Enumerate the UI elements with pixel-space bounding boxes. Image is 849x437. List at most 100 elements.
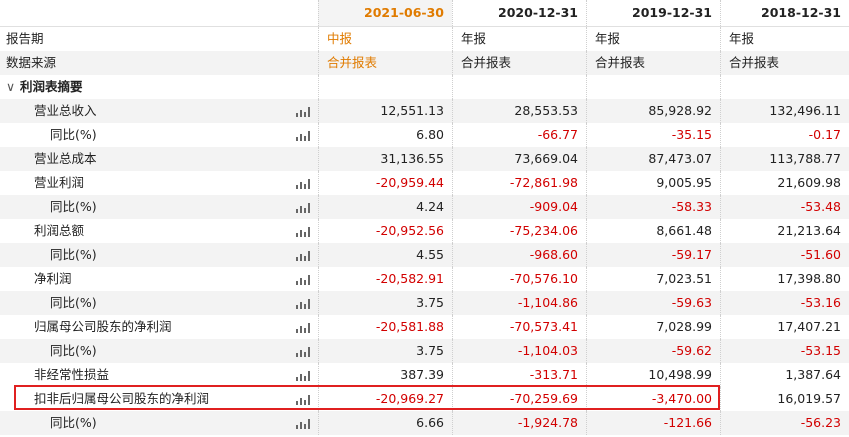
- value-cell: -1,924.78: [452, 411, 586, 435]
- value-cell: 73,669.04: [452, 147, 586, 171]
- value-cell: -59.62: [586, 339, 720, 363]
- value-cell: 3.75: [318, 291, 452, 315]
- table-row: 同比(%) 6.80 -66.77 -35.15 -0.17: [0, 123, 849, 147]
- table-row: 同比(%) 3.75 -1,104.03 -59.62 -53.15: [0, 339, 849, 363]
- table-row: 报告期 中报 年报 年报 年报: [0, 27, 849, 51]
- bar-chart-icon[interactable]: [296, 106, 310, 117]
- value-cell: 387.39: [318, 363, 452, 387]
- value-cell: -59.63: [586, 291, 720, 315]
- table-row: 利润总额 -20,952.56 -75,234.06 8,661.48 21,2…: [0, 219, 849, 243]
- value-cell: -58.33: [586, 195, 720, 219]
- chevron-down-icon[interactable]: ∨: [6, 75, 18, 99]
- value-cell: -20,582.91: [318, 267, 452, 291]
- bar-chart-icon[interactable]: [296, 418, 310, 429]
- value-cell: 17,398.80: [720, 267, 849, 291]
- bar-chart-icon[interactable]: [296, 370, 310, 381]
- value-cell: 6.66: [318, 411, 452, 435]
- bar-chart-icon[interactable]: [296, 346, 310, 357]
- bar-chart-icon[interactable]: [296, 178, 310, 189]
- bar-chart-icon[interactable]: [296, 250, 310, 261]
- empty-cell: [720, 75, 849, 99]
- report-period-cell: 中报: [318, 27, 452, 51]
- header-row: 2021-06-30 2020-12-31 2019-12-31 2018-12…: [0, 0, 849, 27]
- table-row: 营业利润 -20,959.44 -72,861.98 9,005.95 21,6…: [0, 171, 849, 195]
- value-cell: -20,959.44: [318, 171, 452, 195]
- empty-cell: [452, 75, 586, 99]
- value-cell: -20,952.56: [318, 219, 452, 243]
- data-source-cell: 合并报表: [586, 51, 720, 75]
- table-row: 营业总成本 31,136.55 73,669.04 87,473.07 113,…: [0, 147, 849, 171]
- header-label-cell: [0, 0, 318, 26]
- table-row: 同比(%) 3.75 -1,104.86 -59.63 -53.16: [0, 291, 849, 315]
- table-row: 同比(%) 4.55 -968.60 -59.17 -51.60: [0, 243, 849, 267]
- bar-chart-icon[interactable]: [296, 202, 310, 213]
- value-cell: -72,861.98: [452, 171, 586, 195]
- section-title[interactable]: ∨ 利润表摘要: [0, 75, 318, 99]
- value-cell: -313.71: [452, 363, 586, 387]
- value-cell: 113,788.77: [720, 147, 849, 171]
- row-label: 净利润: [34, 271, 72, 286]
- value-cell: 12,551.13: [318, 99, 452, 123]
- value-cell: 10,498.99: [586, 363, 720, 387]
- value-cell: 6.80: [318, 123, 452, 147]
- income-statement-table: 2021-06-30 2020-12-31 2019-12-31 2018-12…: [0, 0, 849, 435]
- bar-chart-icon[interactable]: [296, 322, 310, 333]
- row-label: 同比(%): [50, 415, 97, 430]
- row-label: 同比(%): [50, 343, 97, 358]
- value-cell: -59.17: [586, 243, 720, 267]
- table-row: 非经常性损益 387.39 -313.71 10,498.99 1,387.64: [0, 363, 849, 387]
- data-source-cell: 合并报表: [452, 51, 586, 75]
- report-period-cell: 年报: [452, 27, 586, 51]
- column-header-2018-12-31[interactable]: 2018-12-31: [720, 0, 849, 26]
- value-cell: 3.75: [318, 339, 452, 363]
- row-label: 非经常性损益: [34, 367, 110, 382]
- report-period-cell: 年报: [586, 27, 720, 51]
- row-label: 数据来源: [6, 55, 57, 70]
- table-row: 净利润 -20,582.91 -70,576.10 7,023.51 17,39…: [0, 267, 849, 291]
- value-cell: -968.60: [452, 243, 586, 267]
- value-cell: -53.48: [720, 195, 849, 219]
- table-row: 归属母公司股东的净利润 -20,581.88 -70,573.41 7,028.…: [0, 315, 849, 339]
- value-cell: 85,928.92: [586, 99, 720, 123]
- value-cell: -20,969.27: [318, 387, 452, 411]
- empty-cell: [318, 75, 452, 99]
- value-cell: -121.66: [586, 411, 720, 435]
- bar-chart-icon[interactable]: [296, 226, 310, 237]
- row-label: 报告期: [6, 31, 44, 46]
- value-cell: 21,609.98: [720, 171, 849, 195]
- value-cell: 28,553.53: [452, 99, 586, 123]
- value-cell: -75,234.06: [452, 219, 586, 243]
- value-cell: 7,028.99: [586, 315, 720, 339]
- value-cell: -3,470.00: [586, 387, 720, 411]
- row-label: 营业总收入: [34, 103, 97, 118]
- column-header-2020-12-31[interactable]: 2020-12-31: [452, 0, 586, 26]
- value-cell: 1,387.64: [720, 363, 849, 387]
- section-header-row[interactable]: ∨ 利润表摘要: [0, 75, 849, 99]
- column-header-2021-06-30[interactable]: 2021-06-30: [318, 0, 452, 26]
- value-cell: 87,473.07: [586, 147, 720, 171]
- value-cell: 8,661.48: [586, 219, 720, 243]
- bar-chart-icon[interactable]: [296, 394, 310, 405]
- bar-chart-icon[interactable]: [296, 274, 310, 285]
- row-label: 扣非后归属母公司股东的净利润: [34, 391, 210, 406]
- value-cell: 21,213.64: [720, 219, 849, 243]
- value-cell: -0.17: [720, 123, 849, 147]
- value-cell: 4.24: [318, 195, 452, 219]
- table-row: 同比(%) 4.24 -909.04 -58.33 -53.48: [0, 195, 849, 219]
- value-cell: -70,573.41: [452, 315, 586, 339]
- bar-chart-icon[interactable]: [296, 130, 310, 141]
- row-label: 同比(%): [50, 247, 97, 262]
- value-cell: 17,407.21: [720, 315, 849, 339]
- value-cell: -1,104.86: [452, 291, 586, 315]
- value-cell: -35.15: [586, 123, 720, 147]
- value-cell: -56.23: [720, 411, 849, 435]
- section-title-label: 利润表摘要: [20, 79, 83, 94]
- bar-chart-icon[interactable]: [296, 298, 310, 309]
- data-source-cell: 合并报表: [720, 51, 849, 75]
- value-cell: -53.16: [720, 291, 849, 315]
- row-label: 营业总成本: [34, 151, 97, 166]
- row-label: 营业利润: [34, 175, 85, 190]
- value-cell: -909.04: [452, 195, 586, 219]
- column-header-2019-12-31[interactable]: 2019-12-31: [586, 0, 720, 26]
- value-cell: -20,581.88: [318, 315, 452, 339]
